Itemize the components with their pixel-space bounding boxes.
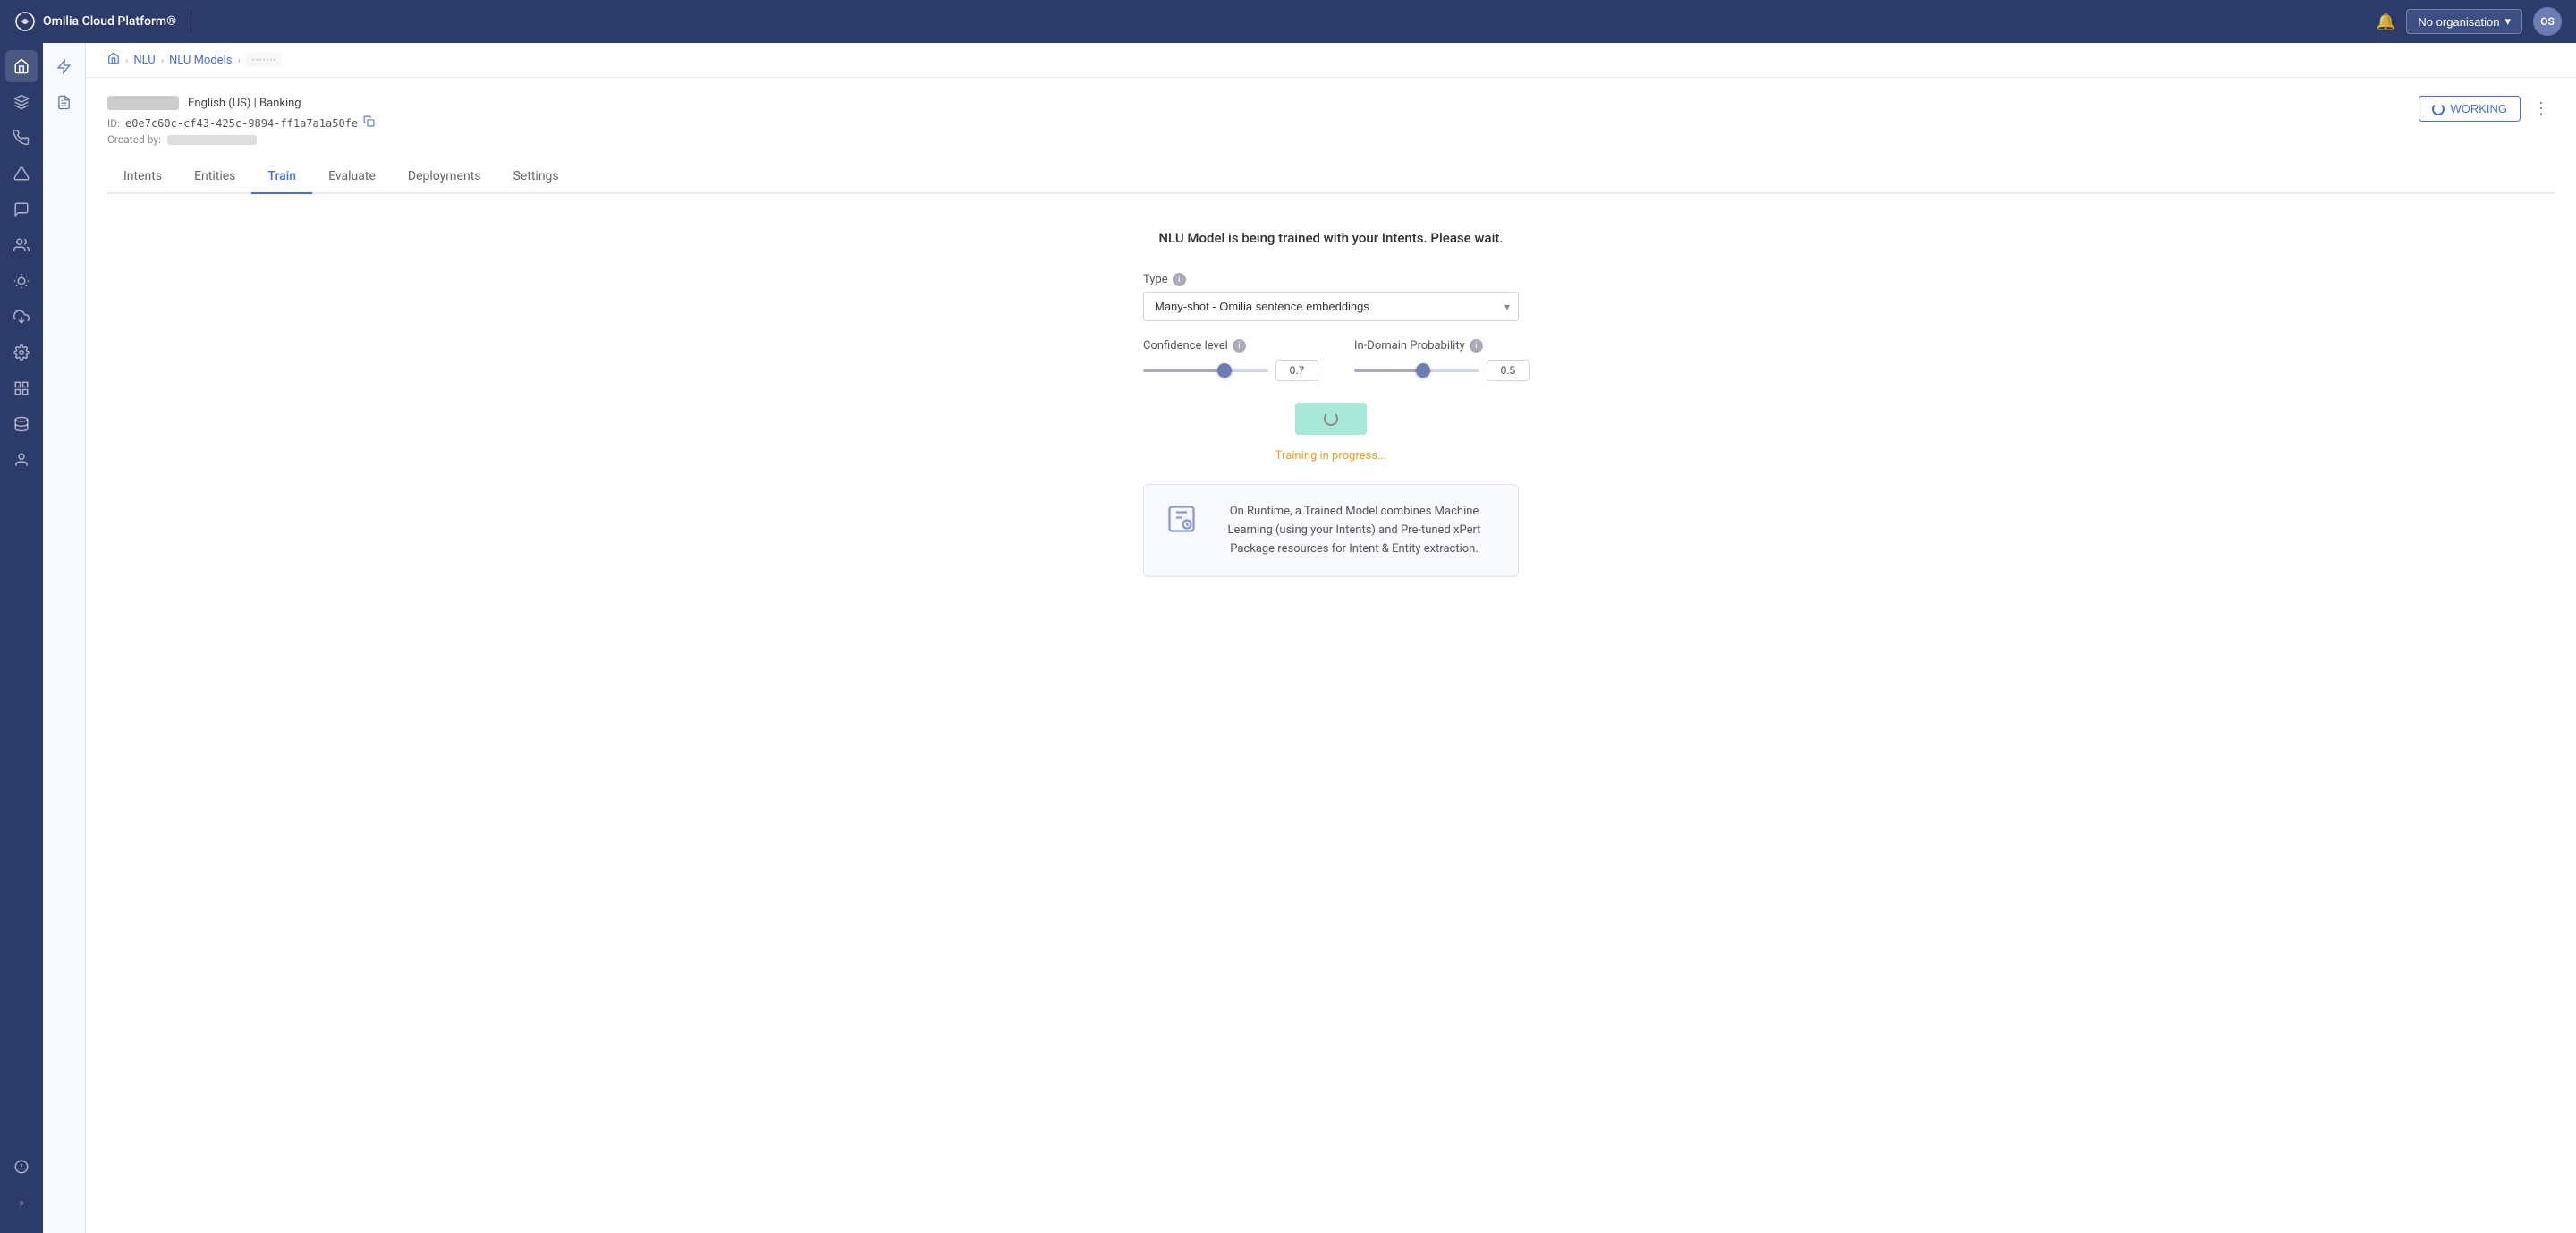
org-label: No organisation xyxy=(2418,15,2499,29)
sidebar-item-lightbulb[interactable] xyxy=(5,265,38,297)
type-select[interactable]: Many-shot - Omilia sentence embeddings xyxy=(1143,292,1519,321)
model-created-row: Created by: . xyxy=(107,133,375,146)
indomain-slider-track xyxy=(1354,369,1479,372)
breadcrumb-sep-2: › xyxy=(161,55,164,66)
tab-evaluate[interactable]: Evaluate xyxy=(312,160,392,194)
tab-entities[interactable]: Entities xyxy=(178,160,251,194)
logo-icon xyxy=(14,11,36,32)
indomain-label: In-Domain Probability i xyxy=(1354,339,1530,353)
type-label: Type i xyxy=(1143,273,1519,286)
tab-deployments[interactable]: Deployments xyxy=(392,160,497,194)
sidebar-item-phone[interactable] xyxy=(5,122,38,154)
breadcrumb-nlu[interactable]: NLU xyxy=(133,54,155,67)
avatar-initials: OS xyxy=(2540,15,2555,28)
training-progress-text: Training in progress... xyxy=(1143,449,1519,463)
indomain-slider-fill xyxy=(1354,369,1423,372)
kebab-icon: ⋮ xyxy=(2533,99,2549,117)
confidence-label: Confidence level i xyxy=(1143,339,1318,353)
breadcrumb-current: ••••••• xyxy=(246,53,282,67)
indomain-slider-group: In-Domain Probability i xyxy=(1354,339,1530,381)
sidebar-icons: » xyxy=(0,43,43,1233)
sidebar-item-layers[interactable] xyxy=(5,86,38,118)
sidebar-expand-button[interactable]: » xyxy=(5,1186,38,1219)
copy-id-icon[interactable] xyxy=(363,115,375,131)
sidebar-item-triangle[interactable] xyxy=(5,157,38,190)
kebab-menu-button[interactable]: ⋮ xyxy=(2528,96,2555,122)
indomain-slider-control xyxy=(1354,360,1530,381)
working-status-button[interactable]: WORKING xyxy=(2419,96,2521,122)
sidebar-item-circle[interactable] xyxy=(5,1151,38,1183)
model-id-row: ID: e0e7c60c-cf43-425c-9894-ff1a7a1a50fe xyxy=(107,115,375,131)
model-created-label: Created by: xyxy=(107,133,161,146)
info-card-text: On Runtime, a Trained Model combines Mac… xyxy=(1212,503,1496,558)
sidebar-item-users[interactable] xyxy=(5,229,38,261)
indomain-value-input[interactable] xyxy=(1487,360,1530,381)
confidence-slider-fill xyxy=(1143,369,1224,372)
tab-train[interactable]: Train xyxy=(251,160,312,194)
breadcrumb-sep-1: › xyxy=(125,55,128,66)
sidebar-item-settings2[interactable] xyxy=(5,372,38,404)
working-label: WORKING xyxy=(2450,102,2507,115)
user-avatar[interactable]: OS xyxy=(2533,7,2562,36)
train-message: NLU Model is being trained with your Int… xyxy=(1158,230,1503,246)
sidebar-secondary xyxy=(43,43,86,1233)
tab-settings[interactable]: Settings xyxy=(497,160,575,194)
train-form: Type i Many-shot - Omilia sentence embed… xyxy=(1143,273,1519,577)
sidebar-item-settings[interactable] xyxy=(5,336,38,369)
confidence-slider-thumb[interactable] xyxy=(1217,363,1232,378)
indomain-info-icon[interactable]: i xyxy=(1470,339,1483,353)
confidence-slider-track xyxy=(1143,369,1268,372)
secondary-note-icon[interactable] xyxy=(48,86,80,118)
sidebar-item-chat[interactable] xyxy=(5,193,38,225)
tabs-bar: Intents Entities Train Evaluate Deployme… xyxy=(107,160,2555,194)
type-info-icon[interactable]: i xyxy=(1173,273,1186,286)
breadcrumb: › NLU › NLU Models › ••••••• xyxy=(86,43,2576,78)
model-subtitle: English (US) | Banking xyxy=(188,97,301,110)
indomain-slider-thumb[interactable] xyxy=(1416,363,1430,378)
notification-bell-icon[interactable]: 🔔 xyxy=(2376,13,2395,31)
secondary-nlu-icon[interactable] xyxy=(48,50,80,82)
breadcrumb-nlu-models[interactable]: NLU Models xyxy=(169,54,232,67)
tab-intents[interactable]: Intents xyxy=(107,160,178,194)
train-content: NLU Model is being trained with your Int… xyxy=(107,194,2555,595)
breadcrumb-home[interactable] xyxy=(107,52,120,68)
info-card: On Runtime, a Trained Model combines Mac… xyxy=(1143,484,1519,577)
model-id-value: e0e7c60c-cf43-425c-9894-ff1a7a1a50fe xyxy=(125,117,358,130)
topnav-right: 🔔 No organisation ▾ OS xyxy=(2376,7,2562,36)
sliders-row: Confidence level i xyxy=(1143,339,1519,381)
sidebar-item-cloud[interactable] xyxy=(5,301,38,333)
model-title-row: English (US) | Banking xyxy=(107,96,375,110)
content-area: › NLU › NLU Models › ••••••• English (US… xyxy=(86,43,2576,1233)
model-id-label: ID: xyxy=(107,117,120,130)
logo-text: Omilia Cloud Platform® xyxy=(43,14,176,29)
train-button[interactable] xyxy=(1295,403,1367,435)
page-content: English (US) | Banking ID: e0e7c60c-cf43… xyxy=(86,78,2576,1233)
topnav: Omilia Cloud Platform® 🔔 No organisation… xyxy=(0,0,2576,43)
confidence-slider-control xyxy=(1143,360,1318,381)
model-header-right: WORKING ⋮ xyxy=(2419,96,2555,122)
model-info: English (US) | Banking ID: e0e7c60c-cf43… xyxy=(107,96,375,146)
info-card-icon xyxy=(1165,503,1198,541)
sidebar-item-database[interactable] xyxy=(5,408,38,440)
confidence-value-input[interactable] xyxy=(1275,360,1318,381)
chevron-down-icon: ▾ xyxy=(2504,14,2511,29)
model-name-blur xyxy=(107,96,179,110)
sidebar-item-person[interactable] xyxy=(5,444,38,476)
confidence-slider-group: Confidence level i xyxy=(1143,339,1318,381)
type-form-group: Type i Many-shot - Omilia sentence embed… xyxy=(1143,273,1519,321)
org-selector-button[interactable]: No organisation ▾ xyxy=(2406,9,2522,34)
model-created-value: . xyxy=(167,135,257,145)
breadcrumb-sep-3: › xyxy=(237,55,240,66)
type-select-wrapper: Many-shot - Omilia sentence embeddings xyxy=(1143,292,1519,321)
model-header: English (US) | Banking ID: e0e7c60c-cf43… xyxy=(107,96,2555,146)
main-layout: » › NLU › NLU Models xyxy=(0,43,2576,1233)
sidebar-item-home[interactable] xyxy=(5,50,38,82)
working-spinner-icon xyxy=(2432,103,2445,115)
confidence-info-icon[interactable]: i xyxy=(1233,339,1246,353)
logo: Omilia Cloud Platform® xyxy=(14,11,176,32)
train-loading-spinner-icon xyxy=(1324,412,1338,426)
